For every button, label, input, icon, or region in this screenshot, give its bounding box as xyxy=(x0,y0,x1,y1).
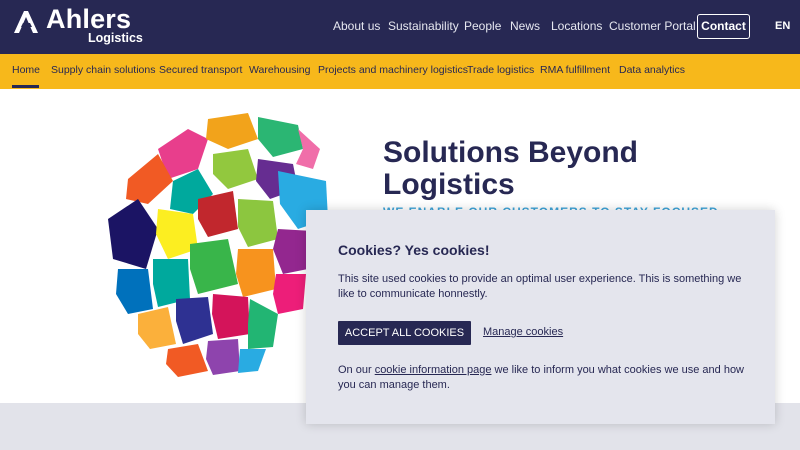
cookie-dialog-title: Cookies? Yes cookies! xyxy=(338,242,490,258)
nav-about-us[interactable]: About us xyxy=(333,19,380,33)
nav-people[interactable]: People xyxy=(464,19,501,33)
manage-cookies-link[interactable]: Manage cookies xyxy=(483,326,563,338)
contact-button[interactable]: Contact xyxy=(697,14,750,39)
cookie-consent-dialog: Cookies? Yes cookies! This site used coo… xyxy=(306,210,775,424)
nav-sustainability[interactable]: Sustainability xyxy=(388,19,459,33)
cookie-information-page-link[interactable]: cookie information page xyxy=(375,364,492,376)
subnav-secured-transport[interactable]: Secured transport xyxy=(159,64,242,76)
subnav-home[interactable]: Home xyxy=(12,64,40,76)
top-navigation: About us Sustainability People News Loca… xyxy=(0,0,800,54)
cookie-footer-prefix: On our xyxy=(338,364,375,376)
accept-all-cookies-button[interactable]: ACCEPT ALL COOKIES xyxy=(338,321,471,345)
language-selector[interactable]: EN xyxy=(775,20,790,32)
subnav-supply-chain-solutions[interactable]: Supply chain solutions xyxy=(51,64,155,76)
cookie-dialog-text: This site used cookies to provide an opt… xyxy=(338,273,742,300)
nav-news[interactable]: News xyxy=(510,19,540,33)
hero-title: Solutions Beyond Logistics xyxy=(383,136,638,201)
active-tab-indicator xyxy=(12,85,39,88)
top-header: Ahlers Logistics About us Sustainability… xyxy=(0,0,800,54)
subnav-projects-machinery[interactable]: Projects and machinery logistics xyxy=(318,64,468,76)
subnav-rma-fulfillment[interactable]: RMA fulfillment xyxy=(540,64,610,76)
services-navigation: Home Supply chain solutions Secured tran… xyxy=(0,54,800,89)
nav-customer-portal[interactable]: Customer Portal xyxy=(609,19,696,33)
cookie-dialog-footer: On our cookie information page we like t… xyxy=(338,363,748,393)
world-map-illustration xyxy=(108,113,328,377)
nav-locations[interactable]: Locations xyxy=(551,19,602,33)
subnav-trade-logistics[interactable]: Trade logistics xyxy=(467,64,534,76)
subnav-data-analytics[interactable]: Data analytics xyxy=(619,64,685,76)
subnav-warehousing[interactable]: Warehousing xyxy=(249,64,310,76)
